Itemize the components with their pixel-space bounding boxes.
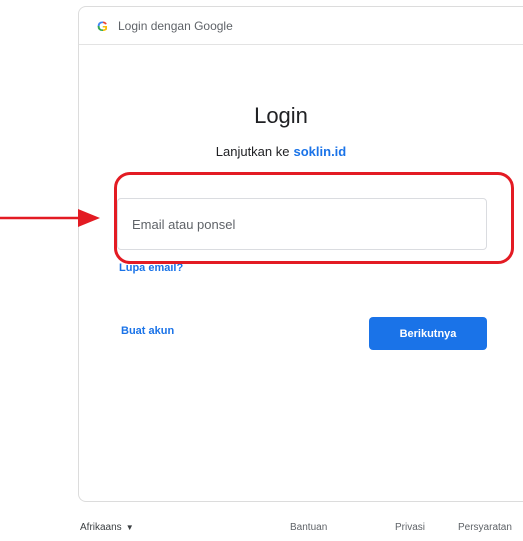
forgot-email-link[interactable]: Lupa email? bbox=[119, 262, 183, 274]
create-account-link[interactable]: Buat akun bbox=[121, 325, 174, 337]
help-link[interactable]: Bantuan bbox=[290, 522, 327, 533]
header-title: Login dengan Google bbox=[118, 18, 233, 33]
login-card: G Login dengan Google Login Lanjutkan ke… bbox=[78, 6, 523, 502]
email-field[interactable] bbox=[117, 198, 487, 250]
page-title: Login bbox=[254, 103, 308, 128]
privacy-link[interactable]: Privasi bbox=[395, 522, 425, 533]
terms-link[interactable]: Persyaratan bbox=[458, 522, 512, 533]
footer: Afrikaans ▼ Bantuan Privasi Persyaratan bbox=[0, 522, 523, 540]
language-selector[interactable]: Afrikaans ▼ bbox=[80, 522, 134, 533]
subtitle: Lanjutkan ke soklin.id bbox=[39, 144, 523, 159]
page: G Login dengan Google Login Lanjutkan ke… bbox=[0, 0, 523, 541]
site-name[interactable]: soklin.id bbox=[294, 144, 347, 159]
next-button[interactable]: Berikutnya bbox=[369, 317, 487, 350]
card-header: G Login dengan Google bbox=[79, 7, 523, 45]
subtitle-prefix: Lanjutkan ke bbox=[215, 144, 290, 159]
language-label: Afrikaans bbox=[80, 522, 122, 533]
caret-down-icon: ▼ bbox=[125, 523, 134, 532]
google-logo-icon: G bbox=[97, 17, 108, 34]
